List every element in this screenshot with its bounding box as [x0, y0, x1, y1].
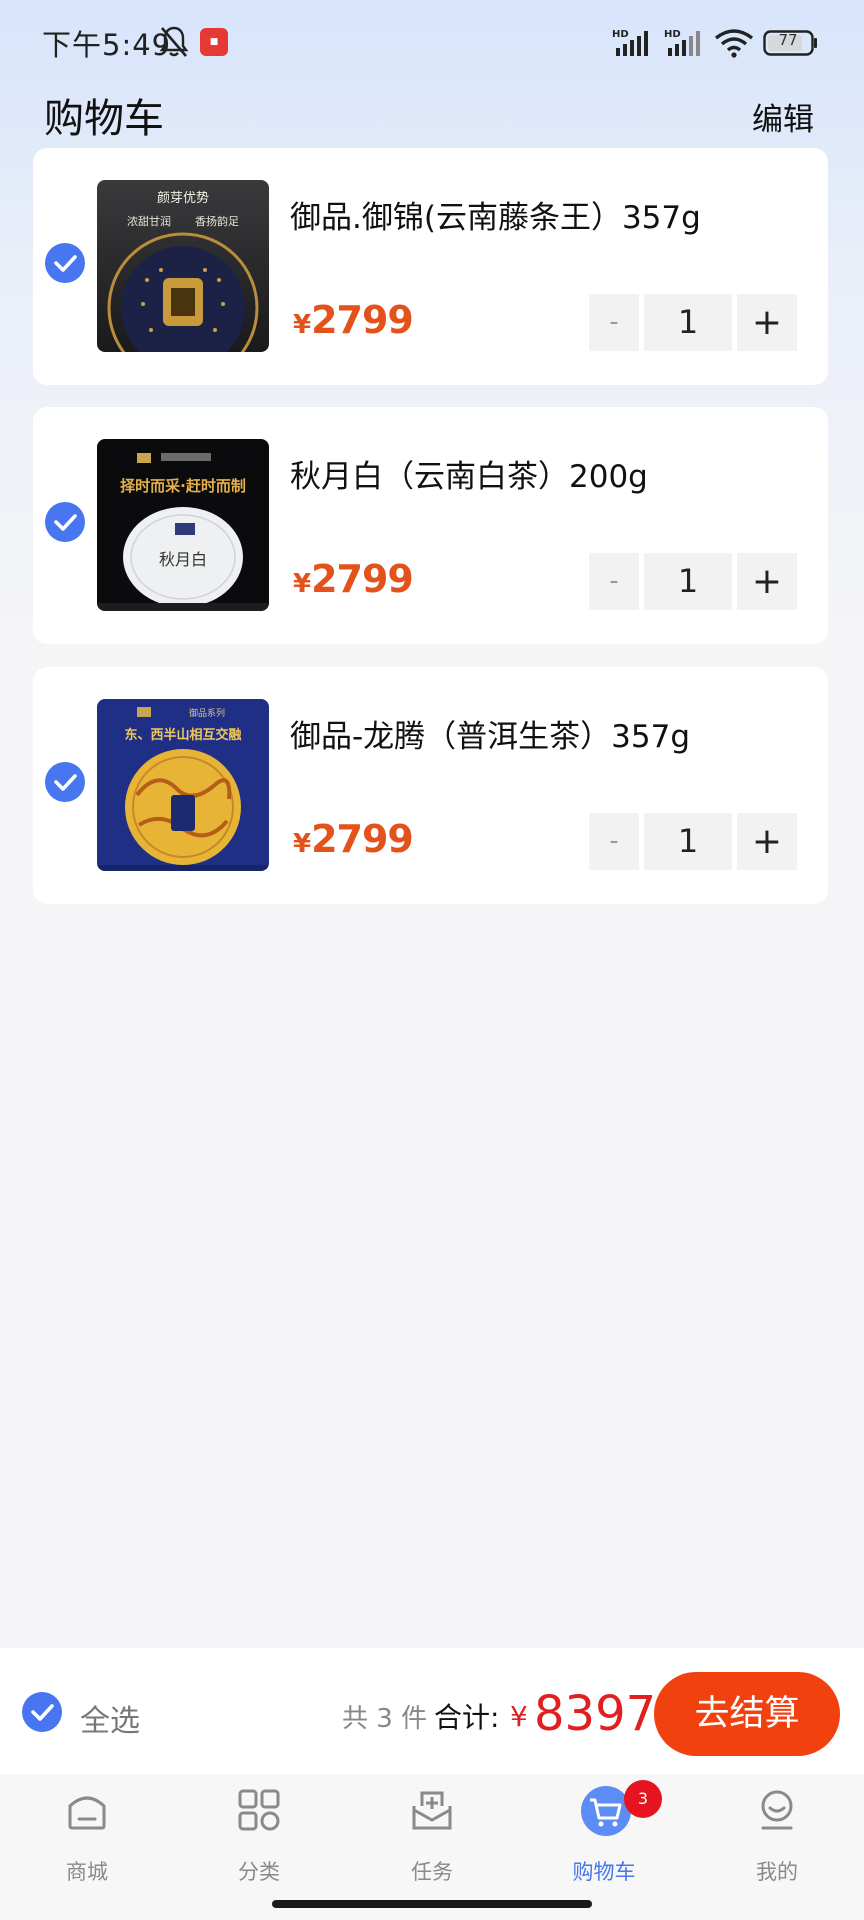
signal-icon-2: HD — [664, 29, 700, 56]
item-checkbox[interactable] — [45, 502, 85, 542]
product-price: ¥2799 — [293, 298, 414, 342]
price-value: 2799 — [311, 557, 414, 601]
tab-label: 我的 — [756, 1860, 798, 1884]
product-price: ¥2799 — [293, 557, 414, 601]
image-text: 择时而采·赶时而制 — [120, 477, 246, 495]
product-name[interactable]: 秋月白（云南白茶）200g — [290, 451, 648, 496]
tab-label: 购物车 — [572, 1860, 636, 1884]
tab-label: 分类 — [238, 1860, 280, 1884]
total-currency: ¥ — [510, 1700, 528, 1733]
price-value: 2799 — [311, 817, 414, 861]
image-text: 御品系列 — [189, 707, 225, 719]
quantity-stepper: - 1 + — [589, 553, 799, 610]
cart-item: 御品系列 东、西半山相互交融 御品-龙腾（普洱生茶）357g ¥2799 - 1… — [33, 667, 828, 904]
battery-level: 77 — [778, 31, 798, 49]
cart-icon — [590, 1798, 622, 1827]
currency-symbol: ¥ — [293, 829, 312, 859]
tab-profile[interactable]: 我的 — [717, 1774, 837, 1884]
image-text: 秋月白 — [159, 550, 207, 569]
select-all-checkbox[interactable] — [22, 1692, 62, 1732]
signal-icon: HD — [612, 29, 648, 56]
tab-home[interactable]: 商城 — [27, 1774, 147, 1884]
increase-button[interactable]: + — [737, 294, 797, 351]
edit-button[interactable]: 编辑 — [752, 94, 814, 139]
item-count: 共 3 件 — [342, 1704, 428, 1734]
tab-cart[interactable]: 3 购物车 — [544, 1774, 664, 1884]
quantity-stepper: - 1 + — [589, 294, 799, 351]
signal-label-2: HD — [664, 29, 681, 40]
product-image[interactable]: 御品系列 东、西半山相互交融 — [97, 699, 269, 871]
app-notification-icon: ■ — [200, 28, 228, 56]
tab-category[interactable]: 分类 — [199, 1774, 319, 1884]
tab-label: 商城 — [66, 1860, 108, 1884]
bottom-tab-bar: 商城 分类 任务 3 购物车 我的 — [0, 1774, 864, 1920]
quantity-stepper: - 1 + — [589, 813, 799, 870]
tab-label: 任务 — [411, 1860, 453, 1884]
check-icon — [54, 774, 77, 791]
wifi-icon — [714, 29, 754, 58]
select-all-label[interactable]: 全选 — [80, 1696, 140, 1740]
total-label: 合计: — [434, 1701, 500, 1734]
product-price: ¥2799 — [293, 817, 414, 861]
cart-item: 颜芽优势 浓甜甘润 香扬韵足 御品.御锦(云南藤条王）357g ¥2799 - … — [33, 148, 828, 385]
currency-symbol: ¥ — [293, 569, 312, 599]
decrease-button[interactable]: - — [589, 553, 639, 610]
image-text: 浓甜甘润 — [127, 214, 171, 228]
quantity-value[interactable]: 1 — [644, 813, 732, 870]
status-time: 下午5:49 — [42, 28, 172, 62]
grid-icon — [238, 1789, 280, 1831]
home-icon — [68, 1796, 106, 1830]
item-checkbox[interactable] — [45, 243, 85, 283]
signal-label-1: HD — [612, 29, 629, 40]
cart-item: 择时而采·赶时而制 秋月白 秋月白（云南白茶）200g ¥2799 - 1 + — [33, 407, 828, 644]
decrease-button[interactable]: - — [589, 813, 639, 870]
increase-button[interactable]: + — [737, 813, 797, 870]
quantity-value[interactable]: 1 — [644, 294, 732, 351]
item-checkbox[interactable] — [45, 762, 85, 802]
increase-button[interactable]: + — [737, 553, 797, 610]
home-indicator[interactable] — [272, 1900, 592, 1908]
product-image[interactable]: 择时而采·赶时而制 秋月白 — [97, 439, 269, 611]
check-icon — [54, 514, 77, 531]
decrease-button[interactable]: - — [589, 294, 639, 351]
profile-icon — [761, 1790, 793, 1830]
check-icon — [54, 255, 77, 272]
tab-task[interactable]: 任务 — [372, 1774, 492, 1884]
total-amount: 8397 — [534, 1686, 657, 1742]
cart-badge: 3 — [624, 1780, 662, 1818]
check-icon — [31, 1704, 54, 1721]
tea-cake-yujin-image: 颜芽优势 浓甜甘润 香扬韵足 — [97, 180, 269, 352]
checkout-button[interactable]: 去结算 — [654, 1672, 840, 1756]
bell-off-icon — [159, 26, 189, 57]
currency-symbol: ¥ — [293, 310, 312, 340]
quantity-value[interactable]: 1 — [644, 553, 732, 610]
image-text: 香扬韵足 — [195, 214, 239, 228]
tea-cake-qiuyuebai-image: 择时而采·赶时而制 秋月白 — [97, 439, 269, 611]
task-inbox-icon — [412, 1791, 452, 1830]
price-value: 2799 — [311, 298, 414, 342]
page-title: 购物车 — [44, 96, 164, 142]
image-text: 东、西半山相互交融 — [124, 727, 241, 743]
product-name[interactable]: 御品.御锦(云南藤条王）357g — [290, 192, 701, 237]
checkout-bar: 全选 共 3 件 合计: ¥ 8397 去结算 — [0, 1648, 864, 1774]
image-text: 颜芽优势 — [157, 190, 209, 206]
product-name[interactable]: 御品-龙腾（普洱生茶）357g — [290, 711, 690, 756]
tea-cake-longteng-image: 御品系列 东、西半山相互交融 — [97, 699, 269, 871]
status-bar: 下午5:49 ■ HD HD 77 — [0, 0, 864, 80]
product-image[interactable]: 颜芽优势 浓甜甘润 香扬韵足 — [97, 180, 269, 352]
